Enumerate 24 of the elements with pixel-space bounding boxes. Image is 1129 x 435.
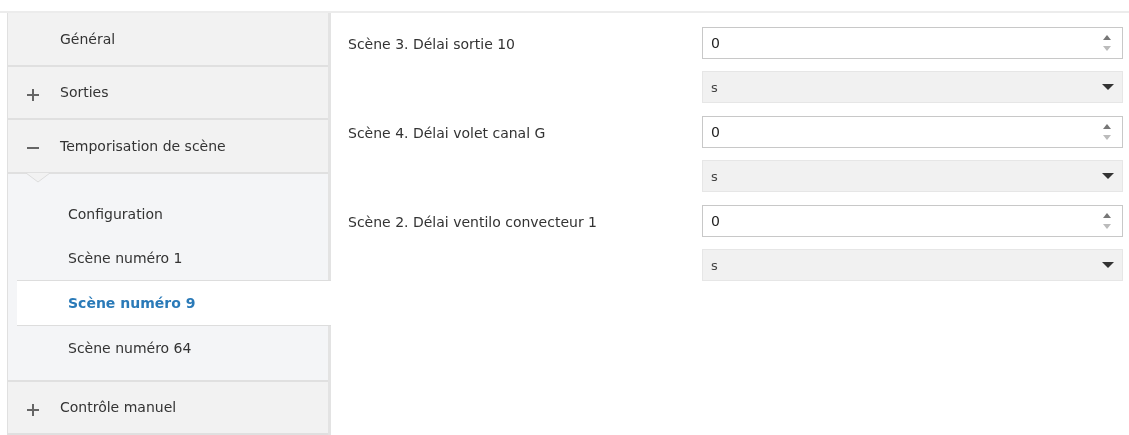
sidebar-subitem[interactable]: Scène numéro 1: [8, 235, 328, 280]
parameter-label: Scène 4. Délai volet canal G: [348, 124, 547, 143]
sidebar-item[interactable]: Sorties: [8, 66, 328, 120]
dropdown-arrow-icon: [1102, 261, 1114, 269]
parameter-label: Scène 3. Délai sortie 10: [348, 35, 516, 54]
dropdown-arrow-icon: [1102, 83, 1114, 91]
parameter-label: Scène 2. Délai ventilo convecteur 1: [348, 213, 599, 232]
dropdown-arrow-icon: [1102, 172, 1114, 180]
plus-icon[interactable]: [27, 403, 39, 416]
spinner-arrows-icon[interactable]: [1102, 122, 1112, 142]
unit-dropdown[interactable]: s: [702, 160, 1123, 192]
number-field[interactable]: 0: [702, 27, 1123, 59]
sidebar-subitem[interactable]: Scène numéro 64: [8, 325, 328, 370]
unit-dropdown[interactable]: s: [702, 249, 1123, 281]
sidebar-subitem[interactable]: Scène numéro 9: [17, 279, 331, 326]
spinner-arrows-icon[interactable]: [1102, 211, 1112, 231]
unit-dropdown[interactable]: s: [702, 71, 1123, 103]
plus-icon[interactable]: [27, 88, 39, 101]
sidebar-item[interactable]: Contrôle manuel: [8, 381, 328, 435]
sidebar-subitem[interactable]: Configuration: [8, 191, 328, 236]
spinner-arrows-icon[interactable]: [1102, 33, 1112, 53]
sidebar-item[interactable]: Général: [8, 13, 328, 67]
number-field[interactable]: 0: [702, 116, 1123, 148]
number-field[interactable]: 0: [702, 205, 1123, 237]
